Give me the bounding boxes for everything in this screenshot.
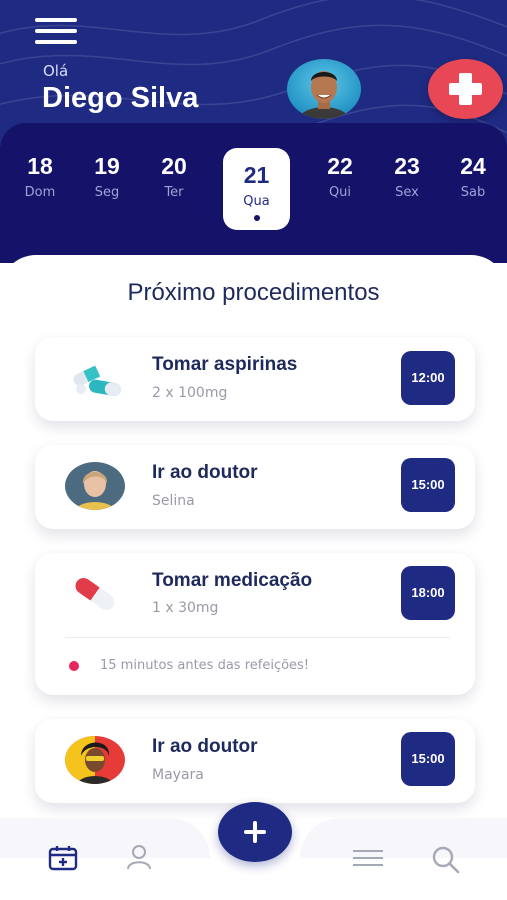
procedure-title: Tomar aspirinas xyxy=(152,354,298,375)
procedure-title: Tomar medicação xyxy=(152,570,313,591)
doctor-avatar xyxy=(65,462,125,510)
calendar-day[interactable]: 18 Dom xyxy=(10,151,70,203)
week-calendar: 18 Dom 19 Seg 20 Ter 21 Qua 22 Qui 23 Se… xyxy=(0,123,507,263)
calendar-day[interactable]: 19 Seg xyxy=(77,151,137,203)
list-icon[interactable] xyxy=(352,848,384,872)
user-name: Diego Silva xyxy=(42,82,199,114)
nav-curve-left xyxy=(0,818,210,858)
greeting-text: Olá xyxy=(43,62,69,80)
menu-button[interactable] xyxy=(35,18,79,48)
calendar-icon[interactable] xyxy=(48,845,78,875)
nav-curve-right xyxy=(300,818,507,858)
section-title: Próximo procedimentos xyxy=(127,279,380,306)
calendar-day[interactable]: 24 Sab xyxy=(443,151,503,203)
time-badge: 15:00 xyxy=(401,732,455,786)
procedure-card[interactable]: Tomar medicação 1 x 30mg 18:00 15 minuto… xyxy=(35,553,475,695)
user-icon[interactable] xyxy=(124,843,154,875)
card-divider xyxy=(65,637,450,638)
emergency-button[interactable] xyxy=(428,59,503,119)
procedure-card[interactable]: Tomar aspirinas 2 x 100mg 12:00 xyxy=(35,337,475,421)
calendar-day[interactable]: 23 Sex xyxy=(377,151,437,203)
hamburger-menu-icon xyxy=(35,18,77,22)
procedure-subtitle: Mayara xyxy=(152,767,204,783)
add-button[interactable] xyxy=(218,802,292,862)
procedure-subtitle: 1 x 30mg xyxy=(152,600,219,616)
selected-indicator-dot xyxy=(253,215,260,221)
pills-icon xyxy=(65,355,125,403)
procedure-subtitle: 2 x 100mg xyxy=(152,385,228,401)
calendar-day[interactable]: 20 Ter xyxy=(144,151,204,203)
search-icon[interactable] xyxy=(430,844,460,878)
reminder-dot xyxy=(69,661,79,671)
calendar-day-selected[interactable]: 21 Qua xyxy=(223,148,290,230)
time-badge: 18:00 xyxy=(401,566,455,620)
procedure-title: Ir ao doutor xyxy=(152,736,258,757)
calendar-day[interactable]: 22 Qui xyxy=(310,151,370,203)
procedure-card[interactable]: Ir ao doutor Mayara 15:00 xyxy=(35,719,475,803)
profile-avatar[interactable] xyxy=(287,59,361,119)
capsule-icon xyxy=(65,570,125,618)
time-badge: 12:00 xyxy=(401,351,455,405)
doctor-avatar xyxy=(65,736,125,784)
procedure-card[interactable]: Ir ao doutor Selina 15:00 xyxy=(35,445,475,529)
procedure-title: Ir ao doutor xyxy=(152,462,258,483)
reminder-note: 15 minutos antes das refeições! xyxy=(100,658,310,673)
procedure-subtitle: Selina xyxy=(152,493,195,509)
time-badge: 15:00 xyxy=(401,458,455,512)
